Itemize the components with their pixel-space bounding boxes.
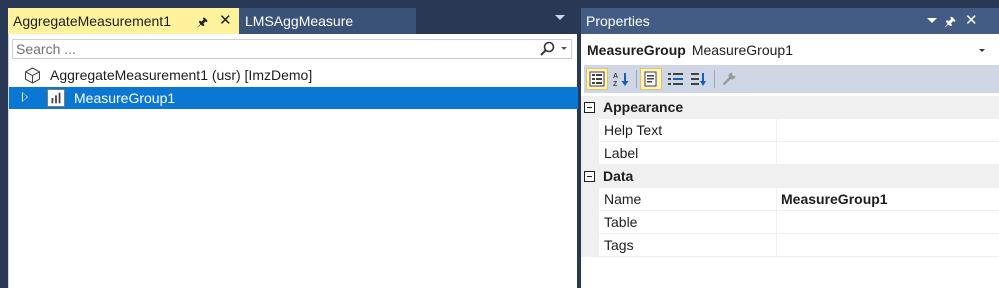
property-row-name[interactable]: Name MeasureGroup1 bbox=[581, 188, 999, 211]
document-tabstrip: AggregateMeasurement1 🖈 ✕ LMSAggMeasure bbox=[0, 0, 577, 34]
properties-toolbar: A Z bbox=[584, 65, 999, 93]
properties-title: Properties bbox=[586, 13, 650, 29]
property-row-tags[interactable]: Tags bbox=[581, 234, 999, 257]
close-icon[interactable]: ✕ bbox=[965, 11, 978, 29]
sort-down-icon bbox=[691, 73, 706, 86]
property-value[interactable]: MeasureGroup1 bbox=[777, 188, 999, 211]
expand-arrow-icon[interactable] bbox=[22, 92, 28, 102]
property-name: Label bbox=[599, 142, 777, 165]
tree-root-label: AggregateMeasurement1 (usr) [ImzDemo] bbox=[50, 67, 313, 83]
events-button[interactable] bbox=[665, 68, 687, 90]
property-name: Table bbox=[599, 211, 777, 234]
tab-label: AggregateMeasurement1 bbox=[13, 13, 171, 29]
search-icon[interactable] bbox=[538, 41, 556, 57]
search-input[interactable] bbox=[13, 40, 533, 58]
tree-node-measuregroup1[interactable]: MeasureGroup1 bbox=[9, 87, 578, 109]
property-row-label[interactable]: Label bbox=[581, 142, 999, 165]
property-name: Name bbox=[599, 188, 777, 211]
toolbar-separator bbox=[714, 70, 715, 88]
tree-root-node[interactable]: AggregateMeasurement1 (usr) [ImzDemo] bbox=[9, 65, 578, 85]
document-well: AggregateMeasurement1 🖈 ✕ LMSAggMeasure … bbox=[0, 0, 578, 288]
category-label: Appearance bbox=[603, 99, 684, 115]
svg-text:A: A bbox=[613, 73, 618, 80]
tab-lmsaggmeasure[interactable]: LMSAggMeasure bbox=[239, 8, 416, 34]
category-appearance[interactable]: Appearance bbox=[581, 96, 999, 119]
alphabetical-button[interactable]: A Z bbox=[611, 68, 633, 90]
category-label: Data bbox=[603, 168, 634, 184]
window-position-dropdown-icon[interactable] bbox=[927, 18, 937, 23]
sort-button[interactable] bbox=[688, 68, 710, 90]
property-name: Tags bbox=[599, 234, 777, 257]
category-data[interactable]: Data bbox=[581, 165, 999, 188]
search-box bbox=[12, 39, 572, 59]
object-type: MeasureGroup bbox=[587, 42, 686, 58]
pin-icon[interactable]: 🖈 bbox=[197, 13, 208, 34]
categorized-button[interactable] bbox=[586, 68, 608, 90]
tab-aggregatemeasurement1[interactable]: AggregateMeasurement1 🖈 ✕ bbox=[8, 8, 239, 34]
toolbar-separator bbox=[636, 70, 637, 88]
close-icon[interactable]: ✕ bbox=[219, 11, 232, 29]
tab-label: LMSAggMeasure bbox=[245, 13, 354, 29]
tab-overflow-dropdown-icon[interactable] bbox=[555, 15, 565, 20]
object-name: MeasureGroup1 bbox=[691, 42, 793, 58]
properties-page-icon bbox=[644, 71, 657, 87]
cube-icon bbox=[25, 67, 40, 84]
property-row-table[interactable]: Table bbox=[581, 211, 999, 234]
property-value[interactable] bbox=[777, 142, 999, 165]
events-icon bbox=[668, 73, 683, 85]
property-value[interactable] bbox=[777, 211, 999, 234]
collapse-icon[interactable] bbox=[584, 171, 595, 182]
measure-group-icon bbox=[47, 89, 65, 107]
collapse-icon[interactable] bbox=[584, 102, 595, 113]
object-selector-dropdown-icon[interactable] bbox=[979, 49, 985, 52]
wrench-icon bbox=[722, 72, 736, 86]
properties-title-bar: Properties 🖈 ✕ bbox=[581, 8, 999, 34]
pin-icon[interactable]: 🖈 bbox=[944, 13, 956, 35]
search-options-dropdown-icon[interactable] bbox=[561, 47, 567, 50]
property-row-help-text[interactable]: Help Text bbox=[581, 119, 999, 142]
property-name: Help Text bbox=[599, 119, 777, 142]
property-value[interactable] bbox=[777, 119, 999, 142]
explorer-panel: AggregateMeasurement1 (usr) [ImzDemo] Me… bbox=[8, 34, 578, 288]
tree-node-label: MeasureGroup1 bbox=[74, 90, 176, 106]
properties-button[interactable] bbox=[640, 68, 662, 90]
properties-panel: Properties 🖈 ✕ MeasureGroup MeasureGroup… bbox=[581, 8, 999, 288]
object-selector[interactable]: MeasureGroup MeasureGroup1 bbox=[584, 38, 993, 62]
property-pages-button[interactable] bbox=[718, 68, 740, 90]
property-value[interactable] bbox=[777, 234, 999, 257]
sort-alphabetical-icon: A Z bbox=[613, 73, 629, 87]
categorized-icon bbox=[589, 71, 605, 87]
svg-text:Z: Z bbox=[613, 81, 618, 87]
